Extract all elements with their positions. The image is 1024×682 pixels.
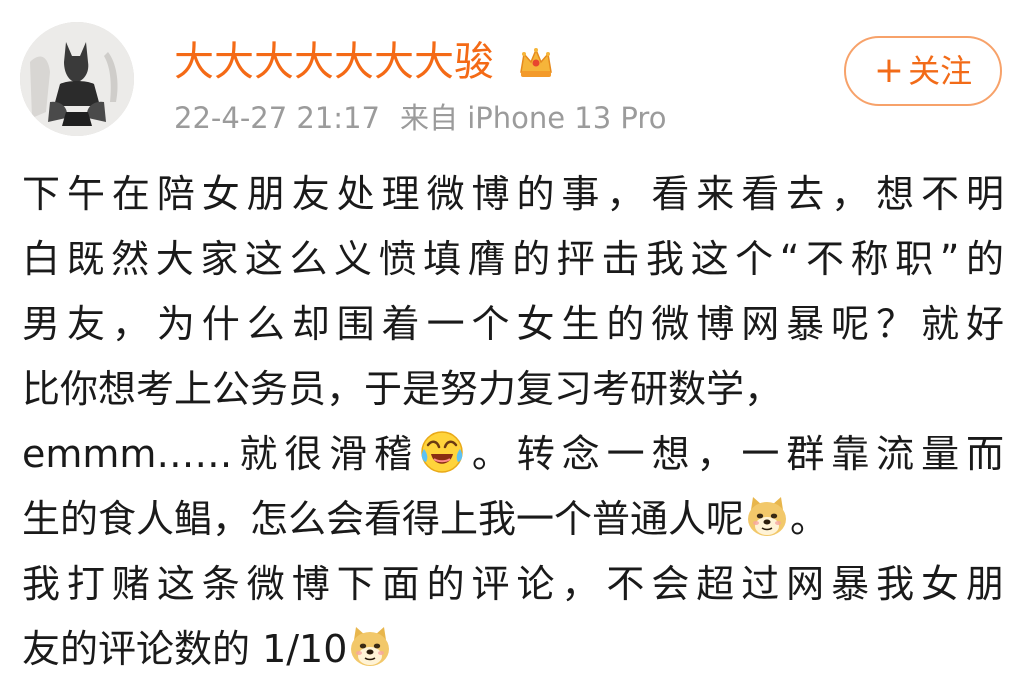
post-text: 。转念一想，一群靠流量而 bbox=[465, 432, 1004, 476]
follow-button[interactable]: + 关注 bbox=[844, 36, 1002, 106]
post-header: 大大大大大大大骏 22-4-27 21:17 来自 iPhone 13 Pro +… bbox=[0, 0, 1024, 150]
post-timestamp: 22-4-27 21:17 bbox=[174, 101, 380, 135]
avatar-illustration-icon bbox=[20, 22, 134, 136]
plus-icon: + bbox=[873, 50, 905, 91]
follow-button-label: 关注 bbox=[908, 52, 973, 90]
username[interactable]: 大大大大大大大骏 bbox=[174, 38, 494, 86]
post-meta: 22-4-27 21:17 来自 iPhone 13 Pro bbox=[174, 100, 666, 136]
doge-emoji-icon bbox=[744, 494, 790, 540]
doge-emoji-icon bbox=[347, 624, 393, 670]
post-line: 男友，为什么却围着一个女生的微博网暴呢？就好 bbox=[22, 302, 1004, 346]
post-text: 。 bbox=[790, 497, 829, 541]
post-line: emmm……就很滑稽 。转念一想，一群靠流量而 bbox=[22, 422, 1004, 487]
post-source: 来自 iPhone 13 Pro bbox=[399, 101, 667, 135]
laughing-crying-emoji-icon bbox=[419, 429, 465, 475]
post-line: 下午在陪女朋友处理微博的事，看来看去，想不明 bbox=[22, 172, 1004, 216]
post-line: 我打赌这条微博下面的评论，不会超过网暴我女朋 bbox=[22, 562, 1004, 606]
post-text: emmm……就很滑稽 bbox=[22, 432, 420, 476]
post-text: 生的食人鲳，怎么会看得上我一个普通人呢 bbox=[22, 497, 745, 541]
post-line: 比你想考上公务员，于是努力复习考研数学， bbox=[22, 367, 783, 411]
post-line: 生的食人鲳，怎么会看得上我一个普通人呢 。 bbox=[22, 487, 1004, 552]
post-body: 下午在陪女朋友处理微博的事，看来看去，想不明 白既然大家这么义愤填膺的抨击我这个… bbox=[22, 162, 1004, 682]
post-text: 友的评论数的 1/10 bbox=[22, 627, 348, 671]
crown-icon bbox=[516, 42, 556, 82]
avatar[interactable] bbox=[20, 22, 134, 136]
post-line: 友的评论数的 1/10 bbox=[22, 617, 1004, 682]
post-line: 白既然大家这么义愤填膺的抨击我这个“不称职”的 bbox=[22, 237, 1004, 281]
